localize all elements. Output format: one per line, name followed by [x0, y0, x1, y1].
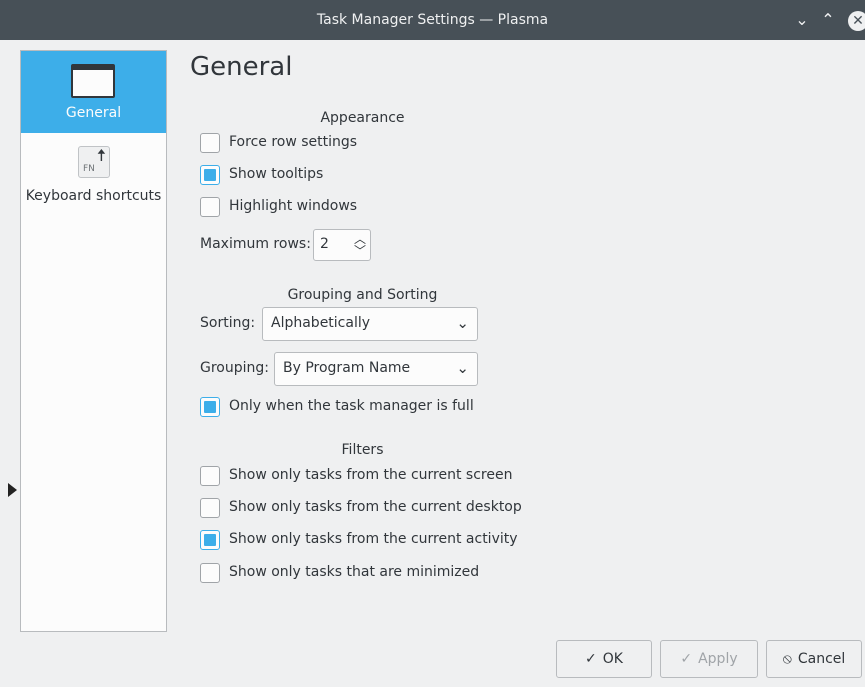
- only-when-full-label: Only when the task manager is full: [229, 398, 474, 414]
- sidebar-item-label: Keyboard shortcuts: [25, 188, 162, 204]
- show-tooltips-checkbox[interactable]: [200, 165, 220, 185]
- grouping-value: By Program Name: [283, 360, 411, 376]
- keyboard-key-icon: FN 🠅: [78, 146, 110, 178]
- maximum-rows-value: 2: [320, 236, 329, 252]
- sorting-value: Alphabetically: [271, 315, 371, 331]
- appearance-group-title: Appearance: [320, 110, 405, 126]
- fn-key-text: FN: [83, 164, 95, 174]
- filters-group-title: Filters: [341, 442, 384, 458]
- apply-button[interactable]: ✓ Apply: [660, 640, 758, 678]
- filter-current-activity-label: Show only tasks from the current activit…: [229, 531, 518, 547]
- cancel-button-label: Cancel: [797, 651, 846, 667]
- only-when-full-checkbox[interactable]: [200, 397, 220, 417]
- show-tooltips-label: Show tooltips: [229, 166, 324, 182]
- cancel-icon: ⦸: [782, 651, 792, 667]
- maximum-rows-spinbox[interactable]: 2 ︿ ﹀: [313, 229, 371, 261]
- sorting-label: Sorting:: [200, 315, 256, 331]
- filter-current-screen-checkbox[interactable]: [200, 466, 220, 486]
- check-icon: ✓: [585, 651, 597, 667]
- mouse-pointer-icon: [8, 483, 17, 497]
- filter-current-desktop-label: Show only tasks from the current desktop: [229, 499, 522, 515]
- ok-button-label: OK: [602, 651, 623, 667]
- ok-button[interactable]: ✓ OK: [556, 640, 652, 678]
- highlight-windows-label: Highlight windows: [229, 198, 358, 214]
- close-icon[interactable]: ✕: [848, 11, 865, 31]
- filter-minimized-checkbox[interactable]: [200, 563, 220, 583]
- maximize-icon[interactable]: ⌃: [818, 10, 838, 30]
- maximum-rows-label: Maximum rows:: [200, 236, 311, 252]
- sidebar-item-general[interactable]: General: [21, 51, 166, 133]
- apply-button-label: Apply: [698, 651, 738, 667]
- filter-current-activity-checkbox[interactable]: [200, 530, 220, 550]
- window-icon: [71, 64, 115, 98]
- filter-minimized-label: Show only tasks that are minimized: [229, 564, 480, 580]
- sorting-dropdown[interactable]: Alphabetically ⌄: [262, 307, 478, 341]
- spin-down-icon[interactable]: ﹀: [352, 245, 368, 257]
- window-title: Task Manager Settings — Plasma: [316, 12, 549, 28]
- sidebar-item-label: General: [65, 105, 122, 121]
- grouping-sorting-group-title: Grouping and Sorting: [287, 287, 438, 303]
- grouping-dropdown[interactable]: By Program Name ⌄: [274, 352, 478, 386]
- chevron-down-icon: ⌄: [456, 359, 469, 377]
- chevron-down-icon: ⌄: [456, 314, 469, 332]
- filter-current-desktop-checkbox[interactable]: [200, 498, 220, 518]
- force-row-settings-label: Force row settings: [229, 134, 358, 150]
- highlight-windows-checkbox[interactable]: [200, 197, 220, 217]
- check-icon: ✓: [680, 651, 693, 667]
- grouping-label: Grouping:: [200, 360, 269, 376]
- window-titlebar: Task Manager Settings — Plasma ⌄ ⌃ ✕: [0, 0, 865, 40]
- filter-current-screen-label: Show only tasks from the current screen: [229, 467, 513, 483]
- force-row-settings-checkbox[interactable]: [200, 133, 220, 153]
- page-title: General: [190, 52, 293, 82]
- arrow-up-icon: 🠅: [96, 146, 106, 166]
- category-sidebar: General Keyboard shortcuts FN 🠅: [20, 50, 167, 632]
- cancel-button[interactable]: ⦸ Cancel: [766, 640, 862, 678]
- minimize-icon[interactable]: ⌄: [792, 10, 812, 30]
